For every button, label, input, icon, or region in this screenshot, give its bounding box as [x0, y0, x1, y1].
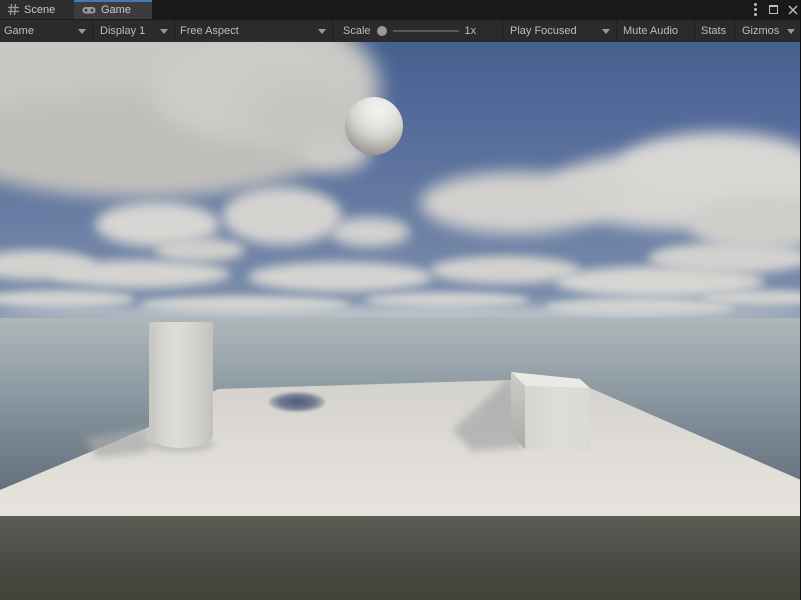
gizmos-label: Gizmos — [742, 25, 779, 37]
game-gamepad-icon — [82, 5, 96, 15]
chevron-down-icon — [160, 29, 168, 34]
kebab-menu-icon[interactable] — [752, 8, 759, 11]
aspect-ratio-dropdown[interactable]: Free Aspect — [175, 20, 333, 42]
chevron-down-icon — [787, 29, 795, 34]
stats-label: Stats — [701, 25, 726, 37]
mute-audio-toggle[interactable]: Mute Audio — [617, 20, 695, 42]
scale-slider-group: Scale 1x — [333, 20, 503, 42]
mute-audio-label: Mute Audio — [623, 25, 678, 37]
scene-grid-icon — [8, 4, 19, 15]
gizmos-dropdown[interactable]: Gizmos — [735, 20, 801, 42]
game-view-toolbar: Game Display 1 Free Aspect Scale 1x Play… — [0, 19, 801, 42]
play-focused-label: Play Focused — [510, 25, 577, 37]
display-dropdown-label: Display 1 — [100, 25, 145, 37]
tab-game-label: Game — [101, 4, 131, 16]
sphere-object — [345, 97, 403, 155]
game-camera-dropdown[interactable]: Game — [0, 20, 93, 42]
play-focused-dropdown[interactable]: Play Focused — [503, 20, 617, 42]
stats-toggle[interactable]: Stats — [695, 20, 735, 42]
close-icon[interactable] — [788, 5, 798, 15]
tab-game[interactable]: Game — [74, 0, 152, 19]
chevron-down-icon — [78, 29, 86, 34]
scale-slider-knob[interactable] — [377, 26, 387, 36]
window-controls — [752, 0, 798, 19]
maximize-icon[interactable] — [769, 5, 778, 14]
unity-game-window: Scene Game Game Display 1 — [0, 0, 801, 600]
scale-slider-track[interactable] — [393, 30, 459, 32]
tab-bar: Scene Game — [0, 0, 801, 19]
game-camera-dropdown-label: Game — [4, 25, 34, 37]
aspect-ratio-dropdown-label: Free Aspect — [180, 25, 239, 37]
scale-label: Scale — [343, 25, 371, 37]
chevron-down-icon — [602, 29, 610, 34]
tab-scene-label: Scene — [24, 4, 55, 16]
chevron-down-icon — [318, 29, 326, 34]
scale-value: 1x — [465, 25, 477, 37]
game-viewport[interactable] — [0, 42, 801, 600]
display-dropdown[interactable]: Display 1 — [93, 20, 175, 42]
tab-scene[interactable]: Scene — [0, 0, 74, 19]
